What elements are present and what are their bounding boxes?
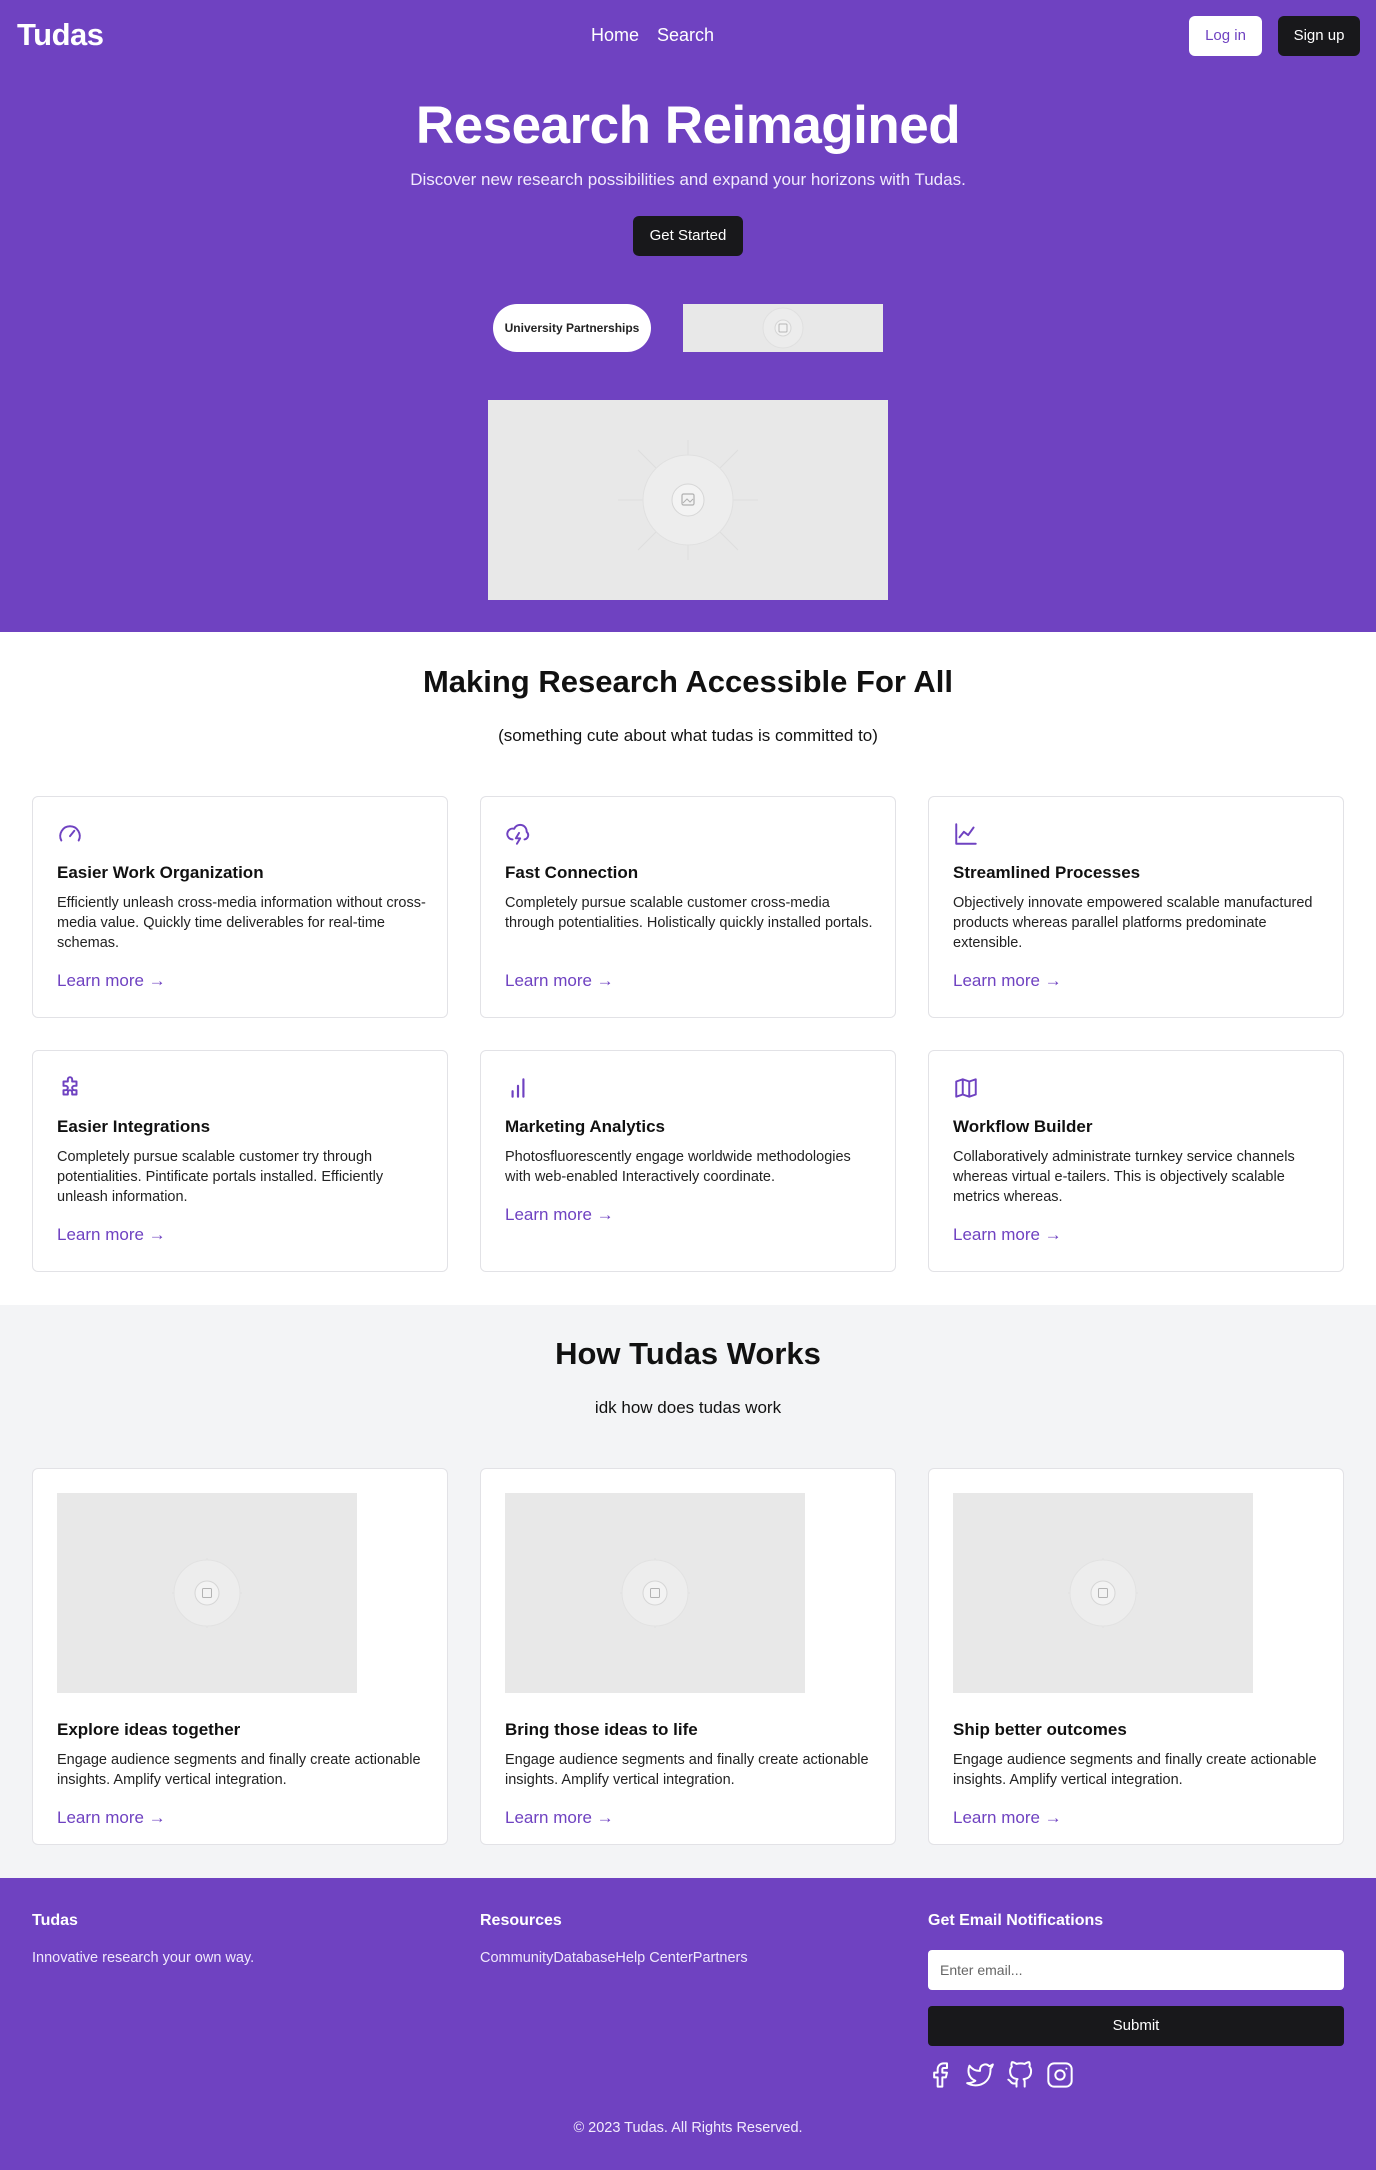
hero-title: Research Reimagined bbox=[415, 96, 961, 155]
resource-link-help-center[interactable]: Help Center bbox=[615, 1950, 692, 1966]
learn-more-link[interactable]: Learn more → bbox=[505, 1205, 614, 1225]
how-subtitle: idk how does tudas work bbox=[594, 1398, 782, 1417]
feature-card: Marketing Analytics Photosfluorescently … bbox=[480, 1050, 896, 1272]
nav-links: Home Search bbox=[591, 25, 727, 46]
hero-subtitle: Discover new research possibilities and … bbox=[410, 170, 966, 189]
image-icon bbox=[762, 307, 804, 349]
image-placeholder bbox=[683, 304, 883, 352]
resource-link-community[interactable]: Community bbox=[480, 1950, 553, 1966]
learn-more-link[interactable]: Learn more → bbox=[57, 971, 166, 991]
puzzle-icon bbox=[62, 1076, 78, 1096]
learn-more-link[interactable]: Learn more → bbox=[505, 1808, 614, 1828]
feature-text: Objectively innovate empowered scalable … bbox=[953, 895, 1313, 951]
bar-chart-icon bbox=[511, 1078, 525, 1098]
submit-button[interactable]: Submit bbox=[928, 2006, 1344, 2046]
step-text: Engage audience segments and finally cre… bbox=[953, 1752, 1317, 1788]
feature-card: Streamlined Processes Objectively innova… bbox=[928, 796, 1344, 1018]
feature-title: Workflow Builder bbox=[953, 1117, 1093, 1136]
image-icon bbox=[172, 1558, 242, 1628]
learn-more-link[interactable]: Learn more → bbox=[57, 1225, 166, 1245]
feature-card: Easier Integrations Completely pursue sc… bbox=[32, 1050, 448, 1272]
feature-text: Collaboratively administrate turnkey ser… bbox=[953, 1149, 1295, 1205]
footer-brand: Tudas bbox=[32, 1912, 78, 1929]
feature-text: Completely pursue scalable customer try … bbox=[57, 1149, 384, 1205]
signup-button[interactable]: Sign up bbox=[1278, 16, 1360, 56]
step-title: Explore ideas together bbox=[57, 1720, 241, 1739]
cloud-lightning-icon bbox=[506, 823, 530, 845]
image-icon bbox=[618, 440, 758, 560]
feature-title: Streamlined Processes bbox=[953, 863, 1141, 882]
email-input[interactable] bbox=[928, 1950, 1344, 1990]
facebook-icon[interactable] bbox=[926, 2061, 954, 2089]
top-nav: Tudas Home Search Log in Sign up bbox=[0, 0, 1376, 72]
step-title: Bring those ideas to life bbox=[505, 1720, 698, 1739]
learn-more-link[interactable]: Learn more → bbox=[953, 1808, 1062, 1828]
twitter-icon[interactable] bbox=[966, 2061, 994, 2089]
line-chart-icon bbox=[955, 823, 977, 845]
instagram-icon[interactable] bbox=[1046, 2061, 1074, 2089]
feature-title: Fast Connection bbox=[505, 863, 639, 882]
nav-link-search[interactable]: Search bbox=[657, 25, 714, 45]
step-card: Ship better outcomes Engage audience seg… bbox=[928, 1468, 1344, 1845]
feature-title: Easier Integrations bbox=[57, 1117, 211, 1136]
notifications-title: Get Email Notifications bbox=[928, 1912, 1104, 1929]
feature-text: Efficiently unleash cross-media informat… bbox=[57, 895, 426, 951]
step-title: Ship better outcomes bbox=[953, 1720, 1127, 1739]
footer: Tudas Innovative research your own way. … bbox=[0, 1878, 1376, 2170]
footer-tagline: Innovative research your own way. bbox=[32, 1950, 255, 1966]
image-placeholder bbox=[57, 1493, 357, 1693]
resource-link-database[interactable]: Database bbox=[553, 1950, 615, 1966]
gauge-icon bbox=[59, 825, 81, 842]
feature-text: Photosfluorescently engage worldwide met… bbox=[505, 1149, 851, 1185]
learn-more-link[interactable]: Learn more → bbox=[57, 1808, 166, 1828]
image-placeholder bbox=[953, 1493, 1253, 1693]
copyright: © 2023 Tudas. All Rights Reserved. bbox=[573, 2120, 803, 2136]
step-card: Explore ideas together Engage audience s… bbox=[32, 1468, 448, 1845]
hero-section: Tudas Home Search Log in Sign up Researc… bbox=[0, 0, 1376, 632]
features-title: Making Research Accessible For All bbox=[422, 664, 954, 699]
brand-logo[interactable]: Tudas bbox=[17, 17, 104, 53]
university-partnerships-pill[interactable]: University Partnerships bbox=[493, 304, 651, 352]
step-text: Engage audience segments and finally cre… bbox=[57, 1752, 421, 1788]
map-icon bbox=[955, 1078, 977, 1098]
learn-more-link[interactable]: Learn more → bbox=[505, 971, 614, 991]
feature-card: Easier Work Organization Efficiently unl… bbox=[32, 796, 448, 1018]
step-text: Engage audience segments and finally cre… bbox=[505, 1752, 869, 1788]
image-icon bbox=[1068, 1558, 1138, 1628]
feature-title: Easier Work Organization bbox=[57, 863, 264, 882]
hero-image-placeholder bbox=[488, 400, 888, 600]
feature-card: Workflow Builder Collaboratively adminis… bbox=[928, 1050, 1344, 1272]
resource-link-partners[interactable]: Partners bbox=[693, 1950, 748, 1966]
feature-title: Marketing Analytics bbox=[505, 1117, 665, 1136]
step-card: Bring those ideas to life Engage audienc… bbox=[480, 1468, 896, 1845]
resources-links: CommunityDatabaseHelp CenterPartners bbox=[480, 1950, 748, 1966]
github-icon[interactable] bbox=[1006, 2061, 1034, 2089]
get-started-button[interactable]: Get Started bbox=[633, 216, 743, 256]
login-button[interactable]: Log in bbox=[1189, 16, 1262, 56]
feature-text: Completely pursue scalable customer cros… bbox=[505, 895, 873, 931]
learn-more-link[interactable]: Learn more → bbox=[953, 971, 1062, 991]
image-placeholder bbox=[505, 1493, 805, 1693]
resources-title: Resources bbox=[480, 1912, 562, 1929]
how-title: How Tudas Works bbox=[555, 1336, 821, 1371]
feature-card: Fast Connection Completely pursue scalab… bbox=[480, 796, 896, 1018]
nav-link-home[interactable]: Home bbox=[591, 25, 639, 45]
learn-more-link[interactable]: Learn more → bbox=[953, 1225, 1062, 1245]
image-icon bbox=[620, 1558, 690, 1628]
features-subtitle: (something cute about what tudas is comm… bbox=[498, 726, 878, 745]
